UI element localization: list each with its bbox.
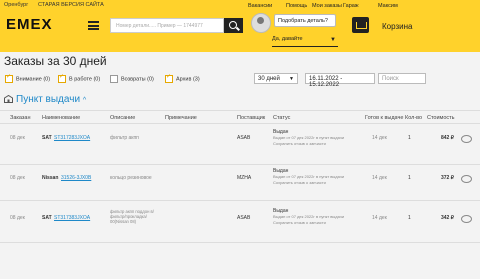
- filter-in-progress[interactable]: В работе (0): [58, 75, 100, 83]
- ordered-date: 08 дек: [10, 135, 25, 141]
- table-row[interactable]: 08 дек Nissan 31526-3JX0B кольцо резинов…: [0, 165, 480, 200]
- pick-part-prompt: Подобрать деталь?: [274, 14, 336, 27]
- filter-returns[interactable]: Возвраты (0): [110, 75, 154, 83]
- supplier: ASAB: [237, 215, 251, 221]
- review-link[interactable]: Сохранить отзыв о запчасти: [273, 220, 326, 225]
- page-title: Заказы за 30 дней: [4, 54, 107, 68]
- col-note: Примечание: [165, 115, 197, 121]
- price: 342 ₽: [441, 215, 454, 221]
- table-row[interactable]: 08 дек SAT ST317383JXOA фильтр акпп подд…: [0, 201, 480, 241]
- quantity: 1: [408, 135, 411, 141]
- top-bar: Оренбург СТАРАЯ ВЕРСИЯ САЙТА EMEX Номер …: [0, 0, 480, 52]
- part-number-link[interactable]: ST317283JXOA: [54, 135, 90, 141]
- section-pickup-point[interactable]: Пункт выдачи ^: [16, 94, 86, 105]
- chevron-down-icon: ▼: [289, 76, 294, 82]
- filter-attention[interactable]: Внимание (0): [5, 75, 50, 83]
- city-selector[interactable]: Оренбург: [4, 2, 28, 8]
- description: кольцо резиновое: [110, 175, 152, 181]
- checkbox-icon: [5, 75, 13, 83]
- description: фильтр акпп: [110, 135, 139, 141]
- ordered-date: 08 дек: [10, 215, 25, 221]
- supplier: MZHA: [237, 175, 252, 181]
- chat-icon[interactable]: [461, 135, 472, 143]
- search-input[interactable]: Номер детали..... Пример — 1744977: [110, 18, 224, 33]
- quantity: 1: [408, 215, 411, 221]
- part-number-link[interactable]: ST317383JXOA: [54, 215, 90, 221]
- review-link[interactable]: Сохранить отзыв о запчасти: [273, 141, 326, 146]
- quantity: 1: [408, 175, 411, 181]
- col-price: Стоимость: [427, 115, 455, 121]
- review-link[interactable]: Сохранить отзыв о запчасти: [273, 180, 326, 185]
- menu-icon[interactable]: [88, 21, 99, 30]
- supplier: ASAB: [237, 135, 251, 141]
- col-description: Описание: [110, 115, 136, 121]
- date-range-input[interactable]: 16.11.2022 - 15.12.2022: [305, 73, 375, 88]
- checkbox-icon: [58, 75, 66, 83]
- assistant-avatar: [251, 13, 271, 33]
- col-qty: Кол-во: [405, 115, 423, 121]
- ready-date: 14 дек: [372, 215, 387, 221]
- col-name: Наименование: [42, 115, 81, 121]
- help-link[interactable]: Помощь: [286, 3, 307, 9]
- cart-label[interactable]: Корзина: [382, 22, 412, 31]
- vacancies-link[interactable]: Вакансии: [248, 3, 272, 9]
- chat-icon[interactable]: [461, 175, 472, 183]
- checkbox-icon: [110, 75, 118, 83]
- chat-icon[interactable]: [461, 215, 472, 223]
- pick-part-yes-label: Да, давайте: [272, 36, 303, 42]
- garage-link[interactable]: Гараж: [343, 3, 359, 9]
- cart-icon[interactable]: [352, 17, 369, 33]
- old-version-link[interactable]: СТАРАЯ ВЕРСИЯ САЙТА: [38, 2, 104, 8]
- orders-search-input[interactable]: Поиск: [378, 73, 426, 84]
- col-supplier: Поставщик: [237, 115, 266, 121]
- my-orders-link[interactable]: Мои заказы: [312, 3, 342, 9]
- ready-date: 14 дек: [372, 175, 387, 181]
- search-button[interactable]: [224, 18, 243, 33]
- emex-logo[interactable]: EMEX: [6, 16, 53, 33]
- checkbox-icon: [165, 75, 173, 83]
- col-ready: Готов к выдаче: [365, 115, 404, 121]
- part-number-link[interactable]: 31526-3JX0B: [61, 175, 91, 181]
- ready-date: 14 дек: [372, 135, 387, 141]
- table-row[interactable]: 08 дек SAT ST317283JXOA фильтр акпп ASAB…: [0, 124, 480, 164]
- status-detail[interactable]: Выдан от 07 дек 2022г в пункт выдачи: [273, 135, 344, 140]
- description: фильтр акпп поддон в/фильтр/прокладка/ 0…: [110, 209, 154, 224]
- status-detail[interactable]: Выдан от 07 дек 2022г в пункт выдачи: [273, 174, 344, 179]
- user-menu[interactable]: Максим: [378, 3, 398, 9]
- store-icon: [4, 95, 13, 103]
- price: 842 ₽: [441, 135, 454, 141]
- period-select[interactable]: 30 дней ▼: [254, 73, 298, 84]
- brand: SAT: [42, 135, 52, 141]
- chevron-up-icon: ^: [82, 97, 87, 104]
- col-ordered: Заказан: [10, 115, 31, 121]
- status-detail[interactable]: Выдан от 07 дек 2022г в пункт выдачи: [273, 214, 344, 219]
- ordered-date: 08 дек: [10, 175, 25, 181]
- chevron-down-icon: ▼: [330, 37, 336, 43]
- price: 372 ₽: [441, 175, 454, 181]
- brand: SAT: [42, 215, 52, 221]
- filter-archive[interactable]: Архив (3): [165, 75, 200, 83]
- brand: Nissan: [42, 175, 59, 181]
- pick-part-yes[interactable]: Да, давайте ▼: [272, 36, 338, 47]
- col-status: Статус: [273, 115, 291, 121]
